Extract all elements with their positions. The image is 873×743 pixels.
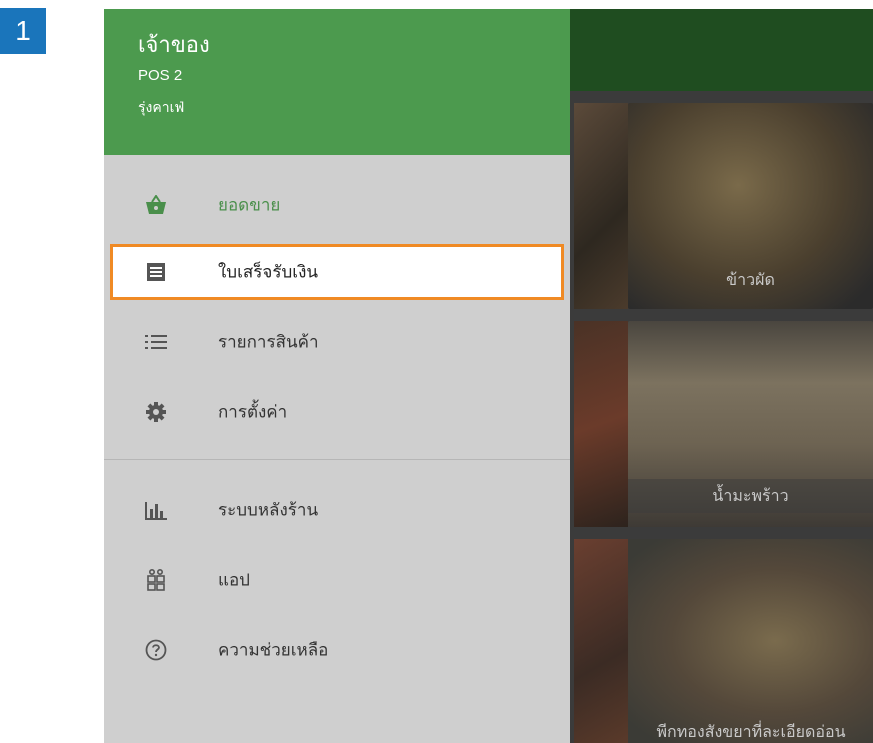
item-card[interactable]: ข้าวผัด: [628, 103, 873, 309]
apps-icon: [144, 568, 168, 592]
drawer-header: เจ้าของ POS 2 รุ่งคาเฟ่: [104, 9, 570, 155]
receipt-icon: [144, 260, 168, 284]
menu-item-label: ความช่วยเหลือ: [218, 640, 329, 661]
bar-chart-icon: [144, 498, 168, 522]
account-role: เจ้าของ: [138, 33, 210, 58]
menu-item-label: ใบเสร็จรับเงิน: [218, 262, 319, 283]
store-name: รุ่งคาเฟ่: [138, 100, 185, 116]
item-card[interactable]: พีกทองสังขยาที่ละเอียดอ่อน: [628, 539, 873, 743]
item-card-name: ข้าวผัด: [726, 270, 775, 289]
item-tile[interactable]: [574, 103, 628, 309]
phone-screen: ข้าวผัด น้ำมะพร้าว พีกทองสังขยาที่ละเอีย…: [104, 9, 873, 743]
menu-item-label: แอป: [218, 570, 250, 591]
menu-item-help[interactable]: ความช่วยเหลือ: [104, 622, 570, 678]
item-card-name: น้ำมะพร้าว: [628, 479, 873, 513]
menu-item-sales[interactable]: ยอดขาย: [104, 177, 570, 233]
list-icon: [144, 330, 168, 354]
device-name: POS 2: [138, 67, 183, 84]
menu-item-label: การตั้งค่า: [218, 402, 288, 423]
shopping-basket-icon: [144, 193, 168, 217]
menu-item-back-office[interactable]: ระบบหลังร้าน: [104, 482, 570, 538]
step-number-badge: 1: [0, 8, 46, 54]
menu-divider: [104, 459, 570, 460]
menu-item-items[interactable]: รายการสินค้า: [104, 314, 570, 370]
item-card-name: พีกทองสังขยาที่ละเอียดอ่อน: [656, 722, 846, 741]
menu-item-apps[interactable]: แอป: [104, 552, 570, 608]
menu-item-label: รายการสินค้า: [218, 332, 319, 353]
item-card[interactable]: น้ำมะพร้าว: [628, 321, 873, 527]
help-icon: [144, 638, 168, 662]
gear-icon: [144, 400, 168, 424]
menu-item-receipts[interactable]: ใบเสร็จรับเงิน: [110, 244, 564, 300]
menu-item-label: ระบบหลังร้าน: [218, 500, 319, 521]
item-tile[interactable]: [574, 539, 628, 743]
item-tile[interactable]: [574, 321, 628, 527]
navigation-drawer: เจ้าของ POS 2 รุ่งคาเฟ่ ยอดขาย ใบเสร็จรั…: [104, 9, 570, 743]
menu-item-label: ยอดขาย: [218, 195, 281, 216]
menu-item-settings[interactable]: การตั้งค่า: [104, 384, 570, 440]
